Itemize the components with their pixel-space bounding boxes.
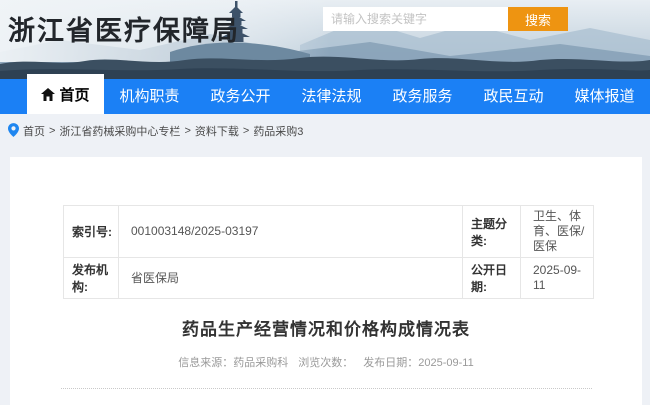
breadcrumb: 首页 > 浙江省药械采购中心专栏 > 资料下载 > 药品采购3 <box>0 114 650 157</box>
meta-value-publisher: 省医保局 <box>119 258 463 299</box>
nav-item-gov-services[interactable]: 政务服务 <box>377 79 468 114</box>
main-nav: 首页 机构职责 政务公开 法律法规 政务服务 政民互动 媒体报道 <box>0 79 650 114</box>
nav-item-gov-disclosure[interactable]: 政务公开 <box>195 79 286 114</box>
meta-value-topic: 卫生、体育、医保/医保 <box>521 206 594 258</box>
nav-items: 机构职责 政务公开 法律法规 政务服务 政民互动 媒体报道 <box>104 79 650 114</box>
meta-label-index: 索引号: <box>64 206 119 258</box>
breadcrumb-separator: > <box>184 125 190 137</box>
info-views-label: 浏览次数： <box>298 357 353 369</box>
info-source-value: 药品采购科 <box>233 357 288 369</box>
breadcrumb-home-link[interactable]: 首页 <box>23 123 45 139</box>
nav-home-label: 首页 <box>59 84 89 105</box>
home-icon <box>41 88 55 101</box>
location-pin-icon <box>8 123 19 137</box>
breadcrumb-downloads-link[interactable]: 资料下载 <box>195 123 239 139</box>
breadcrumb-trail: 首页 > 浙江省药械采购中心专栏 > 资料下载 > 药品采购3 <box>23 123 303 139</box>
breadcrumb-separator: > <box>243 125 249 137</box>
meta-label-date: 公开日期: <box>463 258 521 299</box>
meta-table-row: 发布机构: 省医保局 公开日期: 2025-09-11 <box>64 258 594 299</box>
nav-item-public-interaction[interactable]: 政民互动 <box>468 79 559 114</box>
nav-item-duties[interactable]: 机构职责 <box>104 79 195 114</box>
meta-value-date: 2025-09-11 <box>521 258 594 299</box>
content-card: 索引号: 001003148/2025-03197 主题分类: 卫生、体育、医保… <box>10 157 642 405</box>
search-input[interactable] <box>323 7 508 31</box>
site-banner: 浙江省医疗保障局 搜索 <box>0 0 650 79</box>
breadcrumb-current-page: 药品采购3 <box>253 123 303 139</box>
search-bar: 搜索 <box>323 7 568 31</box>
meta-table-row: 索引号: 001003148/2025-03197 主题分类: 卫生、体育、医保… <box>64 206 594 258</box>
site-title: 浙江省医疗保障局 <box>8 9 240 48</box>
article-title: 药品生产经营情况和价格构成情况表 <box>10 315 642 340</box>
nav-item-home[interactable]: 首页 <box>27 74 104 114</box>
article-info-line: 信息来源：药品采购科浏览次数： 发布日期：2025-09-11 <box>10 354 642 370</box>
document-meta-table: 索引号: 001003148/2025-03197 主题分类: 卫生、体育、医保… <box>63 205 594 299</box>
info-source-label: 信息来源： <box>178 357 233 369</box>
meta-label-publisher: 发布机构: <box>64 258 119 299</box>
dotted-divider <box>61 388 592 389</box>
nav-item-laws[interactable]: 法律法规 <box>286 79 377 114</box>
nav-item-media[interactable]: 媒体报道 <box>559 79 650 114</box>
info-date-label: 发布日期： <box>363 357 418 369</box>
breadcrumb-separator: > <box>49 125 55 137</box>
meta-value-index: 001003148/2025-03197 <box>119 206 463 258</box>
info-date-value: 2025-09-11 <box>418 357 473 369</box>
meta-label-topic: 主题分类: <box>463 206 521 258</box>
search-button[interactable]: 搜索 <box>508 7 568 31</box>
breadcrumb-procurement-center-link[interactable]: 浙江省药械采购中心专栏 <box>59 123 180 139</box>
